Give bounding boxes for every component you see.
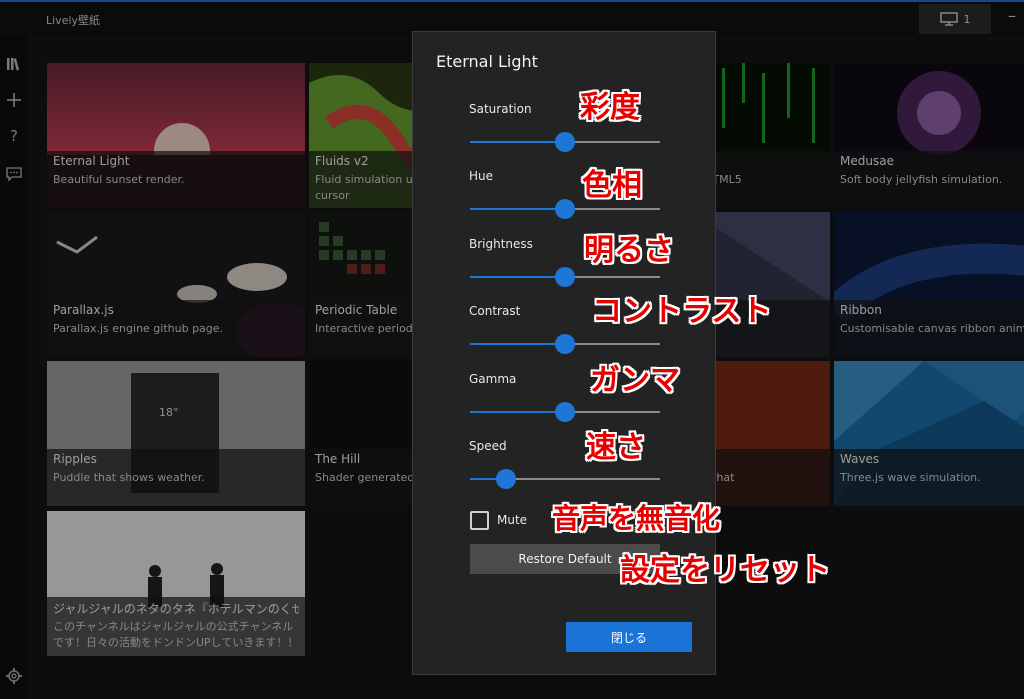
slider-thumb[interactable]: [555, 199, 575, 219]
mute-label: Mute: [497, 513, 528, 527]
annotation-gamma: ガンマ: [590, 363, 680, 398]
brightness-slider[interactable]: [470, 267, 660, 287]
annotation-contrast: コントラスト: [592, 294, 772, 329]
annotation-brightness: 明るさ: [584, 233, 674, 268]
slider-thumb[interactable]: [555, 334, 575, 354]
slider-fill: [470, 343, 565, 345]
slider-label: Hue: [469, 169, 494, 183]
close-button[interactable]: 閉じる: [566, 622, 692, 652]
annotation-speed: 速さ: [586, 430, 646, 465]
slider-label: Contrast: [469, 304, 521, 318]
annotation-mute: 音声を無音化: [552, 502, 721, 535]
slider-label: Speed: [469, 439, 507, 453]
mute-checkbox[interactable]: [470, 511, 489, 530]
annotation-saturation: 彩度: [580, 90, 640, 125]
slider-fill: [470, 141, 565, 143]
slider-thumb[interactable]: [555, 402, 575, 422]
slider-thumb[interactable]: [496, 469, 517, 489]
annotation-hue: 色相: [582, 168, 642, 203]
slider-thumb[interactable]: [555, 132, 575, 152]
slider-thumb[interactable]: [555, 267, 575, 287]
gamma-slider[interactable]: [470, 402, 660, 422]
speed-slider[interactable]: [470, 469, 660, 489]
slider-fill: [470, 411, 565, 413]
annotation-restore: 設定をリセット: [620, 553, 830, 588]
lively-app-window: Lively壁紙 1 – ? Eternal Light Beautiful s…: [0, 0, 1024, 699]
slider-fill: [470, 208, 565, 210]
slider-fill: [470, 276, 565, 278]
contrast-slider[interactable]: [470, 334, 660, 354]
slider-label: Gamma: [469, 372, 517, 386]
saturation-slider[interactable]: [470, 132, 660, 152]
slider-label: Brightness: [469, 237, 533, 251]
dialog-title: Eternal Light: [436, 52, 538, 71]
slider-label: Saturation: [469, 102, 532, 116]
